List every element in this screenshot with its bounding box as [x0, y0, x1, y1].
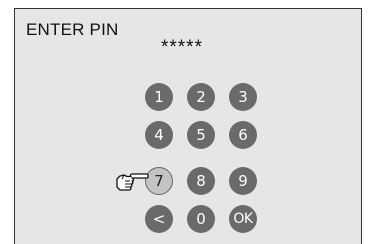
key-5[interactable]: 5 [187, 121, 215, 149]
key-6[interactable]: 6 [229, 121, 257, 149]
pointing-hand-icon [116, 173, 149, 191]
key-3[interactable]: 3 [229, 83, 257, 111]
key-backspace[interactable]: < [145, 205, 173, 233]
key-7[interactable]: 7 [145, 167, 173, 195]
key-1[interactable]: 1 [145, 83, 173, 111]
key-8[interactable]: 8 [187, 167, 215, 195]
key-ok[interactable]: OK [229, 205, 257, 233]
pin-entry-panel: ENTER PIN ***** 1 2 3 4 5 6 7 8 9 < 0 OK [14, 8, 362, 244]
screen-title: ENTER PIN [26, 20, 119, 39]
pin-display: ***** [161, 37, 203, 58]
key-4[interactable]: 4 [145, 121, 173, 149]
key-2[interactable]: 2 [187, 83, 215, 111]
key-9[interactable]: 9 [229, 167, 257, 195]
key-0[interactable]: 0 [187, 205, 215, 233]
